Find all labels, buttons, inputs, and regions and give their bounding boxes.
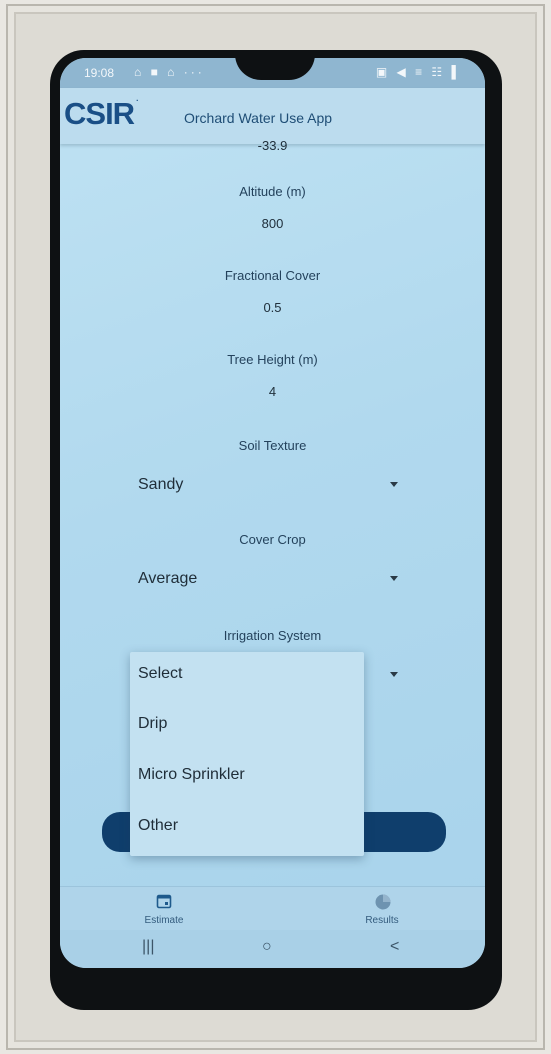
soil-texture-value: Sandy bbox=[138, 476, 184, 493]
dropdown-option-select[interactable]: Select bbox=[138, 654, 182, 694]
home-icon[interactable]: ○ bbox=[262, 938, 272, 956]
chevron-down-icon bbox=[390, 482, 398, 487]
latitude-value[interactable]: -33.9 bbox=[60, 138, 485, 153]
nav-estimate-label: Estimate bbox=[144, 915, 184, 926]
pie-chart-icon bbox=[375, 894, 391, 910]
system-status-icons: ▣ ◀ ≡ ☷ ▌ bbox=[375, 65, 463, 79]
cover-crop-value: Average bbox=[138, 570, 198, 587]
calendar-icon bbox=[156, 894, 172, 909]
recents-icon[interactable]: ||| bbox=[142, 938, 154, 956]
back-icon[interactable]: < bbox=[390, 938, 399, 956]
irrigation-dropdown-menu: Select Drip Micro Sprinkler Other bbox=[130, 652, 364, 856]
phone-screen: 19:08 ⌂ ■ ⌂ ··· ▣ ◀ ≡ ☷ ▌ CSIR · Orchard … bbox=[60, 58, 485, 968]
fractional-cover-label: Fractional Cover bbox=[224, 268, 321, 283]
chevron-down-icon bbox=[390, 672, 398, 677]
fractional-cover-value[interactable]: 0.5 bbox=[60, 300, 485, 315]
nav-results-label: Results bbox=[365, 915, 399, 926]
app-title: Orchard Water Use App bbox=[184, 110, 333, 126]
cover-crop-label: Cover Crop bbox=[239, 532, 306, 547]
tree-height-value[interactable]: 4 bbox=[60, 384, 485, 399]
altitude-label: Altitude (m) bbox=[239, 184, 306, 199]
soil-texture-label: Soil Texture bbox=[238, 438, 307, 453]
soil-texture-select[interactable]: Sandy bbox=[138, 476, 398, 504]
logo-mark: · bbox=[136, 96, 139, 105]
altitude-value[interactable]: 800 bbox=[60, 216, 485, 231]
cover-crop-select[interactable]: Average bbox=[138, 570, 398, 598]
irrigation-system-label: Irrigation System bbox=[223, 628, 322, 643]
android-navigation-bar: ||| ○ < bbox=[60, 930, 485, 968]
app-bar: CSIR · Orchard Water Use App bbox=[60, 88, 485, 144]
dropdown-option-drip[interactable]: Drip bbox=[138, 704, 167, 744]
logo-text: CSIR bbox=[64, 96, 135, 131]
chevron-down-icon bbox=[390, 576, 398, 581]
bottom-navigation: Estimate Results bbox=[60, 886, 485, 931]
dropdown-option-micro-sprinkler[interactable]: Micro Sprinkler bbox=[138, 755, 245, 795]
tree-height-label: Tree Height (m) bbox=[227, 352, 318, 367]
status-time: 19:08 bbox=[84, 66, 115, 80]
nav-results[interactable]: Results bbox=[322, 887, 442, 931]
dropdown-option-other[interactable]: Other bbox=[138, 806, 178, 846]
csir-logo: CSIR · bbox=[64, 96, 139, 132]
nav-estimate[interactable]: Estimate bbox=[104, 887, 224, 931]
notification-icons: ⌂ ■ ⌂ ··· bbox=[134, 65, 205, 79]
estimate-form: -33.9 Altitude (m) 800 Fractional Cover … bbox=[60, 138, 485, 888]
